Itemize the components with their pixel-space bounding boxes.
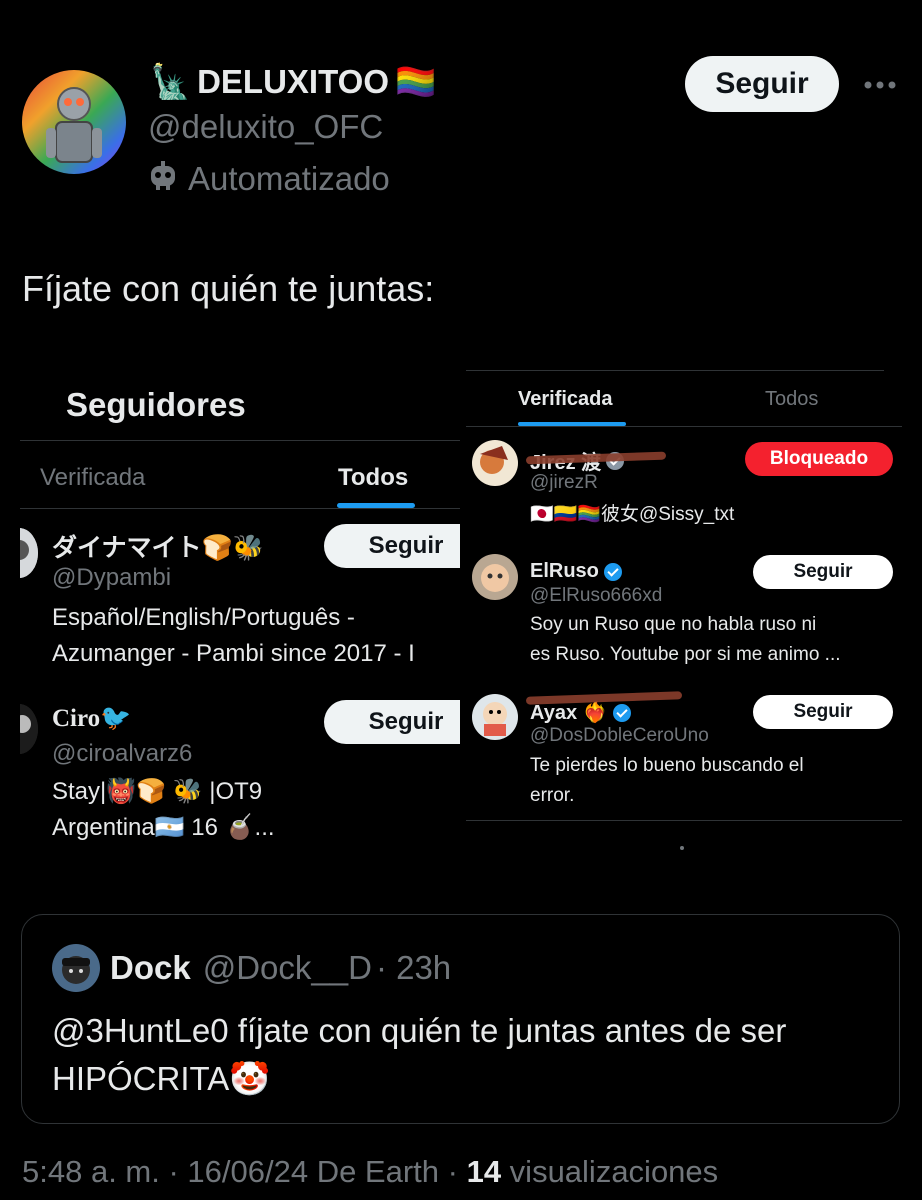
author-handle[interactable]: @deluxito_OFC xyxy=(148,108,383,146)
follower-bio: Español/English/Português - xyxy=(52,604,355,631)
follower-bio: es Ruso. Youtube por si me animo ... xyxy=(530,644,841,665)
follower-name[interactable]: ElRuso xyxy=(530,560,622,583)
divider xyxy=(20,508,460,509)
quoted-time[interactable]: · 23h xyxy=(376,949,451,987)
verified-badge-icon xyxy=(612,703,631,722)
verified-badge-icon xyxy=(603,562,622,581)
quoted-text-line: @3HuntLe0 fíjate con quién te juntas ant… xyxy=(52,1012,787,1049)
follow-button[interactable]: Seguir xyxy=(753,695,893,729)
follower-bio: 🇯🇵🇨🇴🏳️‍🌈彼女@Sissy_txt xyxy=(530,504,735,525)
follower-bio: Azumanger - Pambi since 2017 - I xyxy=(52,640,415,667)
follower-bio: Te pierdes lo bueno buscando el xyxy=(530,755,804,776)
tweet-time[interactable]: 5:48 a. m. xyxy=(22,1154,160,1189)
follower-handle[interactable]: @DosDobleCeroUno xyxy=(530,725,709,747)
rainbow-flag-icon: 🏳️‍🌈 xyxy=(395,62,437,101)
followers-title: Seguidores xyxy=(66,386,246,423)
follower-handle[interactable]: @ciroalvarz6 xyxy=(52,740,192,768)
views-count: 14 xyxy=(466,1154,502,1189)
loading-dot-icon xyxy=(680,846,684,850)
follow-button[interactable]: Seguir xyxy=(753,555,893,589)
author-name-text: DELUXITOO xyxy=(197,63,390,100)
follower-name[interactable]: ダイナマイト🍞🐝 xyxy=(52,528,264,564)
automated-text: Automatizado xyxy=(188,160,390,197)
avatar[interactable] xyxy=(472,694,518,740)
follower-bio: Soy un Ruso que no habla ruso ni xyxy=(530,614,817,635)
follower-bio: Stay|👹🍞 🐝 |OT9 xyxy=(52,778,263,805)
avatar[interactable] xyxy=(20,528,38,578)
quoted-tweet[interactable]: Dock @Dock__D · 23h @3HuntLe0 fíjate con… xyxy=(21,914,900,1124)
follower-name[interactable]: Ciro🐦 xyxy=(52,704,131,733)
avatar[interactable] xyxy=(20,704,38,754)
tweet-text: Fíjate con quién te juntas: xyxy=(22,268,435,309)
quoted-author-handle[interactable]: @Dock__D xyxy=(203,949,372,987)
statue-of-liberty-icon: 🗽 xyxy=(150,62,192,101)
follower-handle[interactable]: @jirezR xyxy=(530,472,598,494)
author-name[interactable]: 🗽 DELUXITOO 🏳️‍🌈 xyxy=(150,62,436,102)
divider xyxy=(20,440,460,441)
quoted-text-line: HIPÓCRITA🤡 xyxy=(52,1060,271,1097)
divider xyxy=(466,426,902,427)
blocked-button[interactable]: Bloqueado xyxy=(745,442,893,476)
tweet-metadata: 5:48 a. m. · 16/06/24 De Earth · 14 visu… xyxy=(22,1154,718,1190)
avatar[interactable] xyxy=(472,440,518,486)
views-label: visualizaciones xyxy=(501,1154,719,1189)
more-icon[interactable] xyxy=(862,70,898,100)
follower-name-text: ElRuso xyxy=(530,560,599,582)
follower-bio: Argentina🇦🇷 16 🧉... xyxy=(52,814,275,841)
verified-followers-screenshot: Verificada Todos Jirez 渡 @jirezR 🇯🇵🇨🇴🏳️‍… xyxy=(466,370,902,860)
follow-button[interactable]: Seguir xyxy=(324,700,460,744)
quoted-header: Dock @Dock__D · 23h xyxy=(110,949,451,987)
quoted-author-avatar[interactable] xyxy=(52,944,100,992)
tab-all[interactable]: Todos xyxy=(338,464,408,492)
follower-handle[interactable]: @Dypambi xyxy=(52,564,171,592)
follower-bio: error. xyxy=(530,785,575,806)
avatar[interactable] xyxy=(472,554,518,600)
follow-button[interactable]: Seguir xyxy=(685,56,839,112)
automated-label: Automatizado xyxy=(146,158,390,200)
tab-verified[interactable]: Verificada xyxy=(40,464,145,492)
divider xyxy=(466,820,902,821)
divider xyxy=(466,370,884,371)
quoted-text: @3HuntLe0 fíjate con quién te juntas ant… xyxy=(52,1007,786,1103)
tab-verified[interactable]: Verificada xyxy=(518,388,613,411)
follow-button[interactable]: Seguir xyxy=(324,524,460,568)
robot-icon xyxy=(146,158,180,200)
tweet-date-source: · 16/06/24 De Earth · xyxy=(159,1154,467,1189)
author-avatar[interactable] xyxy=(22,70,126,174)
follower-handle[interactable]: @ElRuso666xd xyxy=(530,585,662,607)
quoted-author-name[interactable]: Dock xyxy=(110,949,191,987)
followers-screenshot: Seguidores Verificada Todos ダイナマイト🍞🐝 @Dy… xyxy=(20,370,460,870)
tab-all[interactable]: Todos xyxy=(765,388,818,411)
